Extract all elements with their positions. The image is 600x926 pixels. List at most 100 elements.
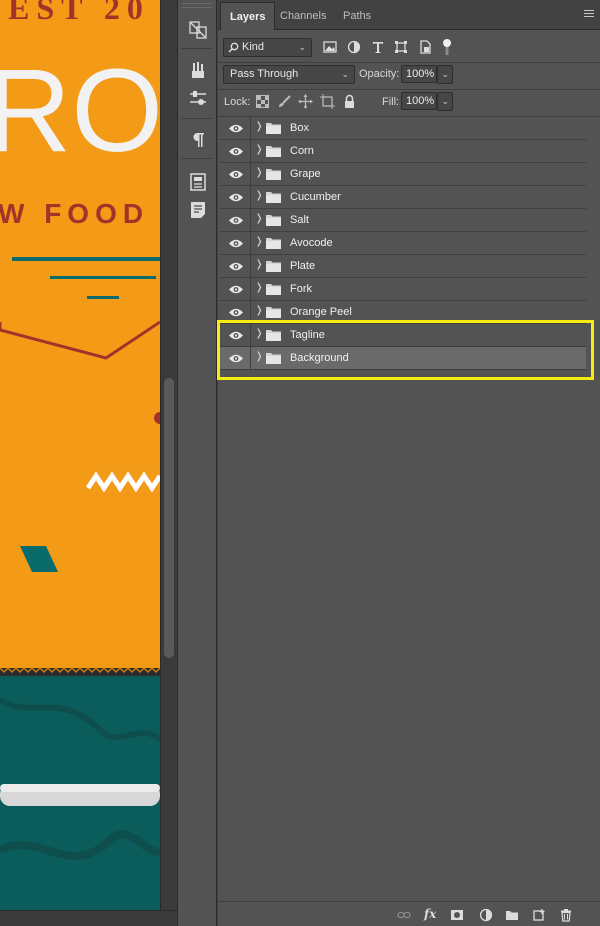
folder-icon [266, 169, 281, 180]
smart-object-filter-icon[interactable] [417, 39, 433, 55]
folder-icon [266, 284, 281, 295]
filter-toggle-icon[interactable] [442, 38, 452, 56]
layer-name: Plate [290, 260, 316, 272]
lock-position-icon[interactable] [298, 94, 313, 109]
layer-row[interactable]: ❭ Salt [220, 209, 586, 232]
adjust-sliders-icon[interactable] [184, 86, 212, 110]
transform-icon[interactable] [184, 18, 212, 42]
folder-icon [266, 192, 281, 203]
panel-menu-icon[interactable] [584, 10, 594, 20]
new-adjustment-layer-icon[interactable] [479, 908, 493, 922]
eye-visibility-icon[interactable] [228, 284, 244, 295]
canvas-horizontal-scrollbar[interactable] [0, 910, 177, 926]
layer-row[interactable]: ❭ Background [220, 347, 586, 370]
eye-visibility-icon[interactable] [228, 261, 244, 272]
layer-name: Cucumber [290, 191, 341, 203]
folder-icon [266, 238, 281, 249]
layer-name: Orange Peel [290, 306, 352, 318]
eye-visibility-icon[interactable] [228, 169, 244, 180]
expand-arrow-icon[interactable]: ❭ [255, 351, 263, 362]
fill-field[interactable]: 100% [401, 92, 437, 110]
expand-arrow-icon[interactable]: ❭ [255, 190, 263, 201]
scrollbar-thumb[interactable] [164, 378, 174, 658]
fill-label: Fill: [382, 96, 400, 108]
trash-icon[interactable] [559, 908, 573, 922]
panel-grip[interactable] [182, 3, 212, 8]
adjustment-layer-filter-icon[interactable] [346, 39, 362, 55]
layer-row[interactable]: ❭ Cucumber [220, 186, 586, 209]
type-layer-filter-icon[interactable] [370, 39, 386, 55]
folder-icon [266, 261, 281, 272]
brush-presets-icon[interactable] [184, 58, 212, 82]
canvas-vertical-scrollbar[interactable] [160, 0, 177, 910]
layer-row[interactable]: ❭ Orange Peel [220, 301, 586, 324]
eye-visibility-icon[interactable] [228, 215, 244, 226]
expand-arrow-icon[interactable]: ❭ [255, 121, 263, 132]
lock-image-pixels-icon[interactable] [277, 94, 292, 109]
expand-arrow-icon[interactable]: ❭ [255, 282, 263, 293]
eye-visibility-icon[interactable] [228, 123, 244, 134]
add-mask-icon[interactable] [450, 908, 464, 922]
tab-layers[interactable]: Layers [220, 2, 276, 30]
eye-visibility-icon[interactable] [228, 307, 244, 318]
layers-panel: Layers Channels Paths Kind ⌄ Pass Throug… [218, 0, 600, 926]
tab-channels[interactable]: Channels [271, 2, 335, 30]
opacity-label: Opacity: [359, 68, 400, 80]
tab-paths[interactable]: Paths [334, 2, 380, 30]
chevron-down-icon: ⌄ [341, 69, 349, 79]
layer-style-fx-icon[interactable]: fx [424, 907, 438, 921]
panel-tab-bar: Layers Channels Paths [218, 0, 600, 30]
folder-icon [266, 123, 281, 134]
layer-row[interactable]: ❭ Grape [220, 163, 586, 186]
pixel-layer-filter-icon[interactable] [322, 39, 338, 55]
expand-arrow-icon[interactable]: ❭ [255, 236, 263, 247]
layer-row[interactable]: ❭ Plate [220, 255, 586, 278]
expand-arrow-icon[interactable]: ❭ [255, 328, 263, 339]
blend-mode-dropdown[interactable]: Pass Through ⌄ [223, 65, 355, 84]
eye-visibility-icon[interactable] [228, 238, 244, 249]
artwork-text-sub: W FOOD [0, 198, 150, 229]
lock-all-icon[interactable] [342, 94, 357, 109]
eye-visibility-icon[interactable] [228, 330, 244, 341]
lock-transparent-pixels-icon[interactable] [255, 94, 270, 109]
expand-arrow-icon[interactable]: ❭ [255, 144, 263, 155]
shape-layer-filter-icon[interactable] [393, 39, 409, 55]
layer-name: Grape [290, 168, 321, 180]
lock-artboard-icon[interactable] [320, 94, 335, 109]
document-canvas[interactable]: EST 20 RO W FOOD [0, 0, 160, 910]
layer-name: Avocode [290, 237, 333, 249]
eye-visibility-icon[interactable] [228, 146, 244, 157]
collapsed-panel-column [177, 0, 217, 926]
new-layer-icon[interactable] [532, 908, 546, 922]
fill-slider-toggle[interactable]: ⌄ [437, 92, 453, 111]
filter-kind-label: Kind [242, 41, 265, 53]
folder-icon [266, 307, 281, 318]
expand-arrow-icon[interactable]: ❭ [255, 305, 263, 316]
eye-visibility-icon[interactable] [228, 192, 244, 203]
opacity-slider-toggle[interactable]: ⌄ [437, 65, 453, 84]
new-group-folder-icon[interactable] [505, 908, 519, 922]
expand-arrow-icon[interactable]: ❭ [255, 259, 263, 270]
link-layers-icon[interactable] [397, 908, 411, 922]
artwork-text-big: RO [0, 45, 160, 177]
eye-visibility-icon[interactable] [228, 353, 244, 364]
layer-row[interactable]: ❭ Corn [220, 140, 586, 163]
paragraph-icon[interactable] [184, 128, 212, 152]
layer-row[interactable]: ❭ Avocode [220, 232, 586, 255]
layer-row[interactable]: ❭ Tagline [220, 324, 586, 347]
panel-footer: fx [218, 901, 600, 926]
expand-arrow-icon[interactable]: ❭ [255, 213, 263, 224]
folder-icon [266, 353, 281, 364]
filter-kind-dropdown[interactable]: Kind ⌄ [223, 38, 312, 57]
layer-list: ❭ Box ❭ Corn ❭ Grape ❭ Cucumber ❭ Salt ❭ Avocode ❭ Pl… [218, 117, 600, 370]
layer-name: Tagline [290, 329, 325, 341]
document-notes-icon[interactable] [184, 198, 212, 222]
character-styles-icon[interactable] [184, 170, 212, 194]
layer-row[interactable]: ❭ Fork [220, 278, 586, 301]
layer-row[interactable]: ❭ Box [220, 117, 586, 140]
expand-arrow-icon[interactable]: ❭ [255, 167, 263, 178]
opacity-field[interactable]: 100% [401, 65, 437, 83]
artwork-text-top: EST 20 [8, 0, 150, 26]
layer-name: Corn [290, 145, 314, 157]
folder-icon [266, 146, 281, 157]
